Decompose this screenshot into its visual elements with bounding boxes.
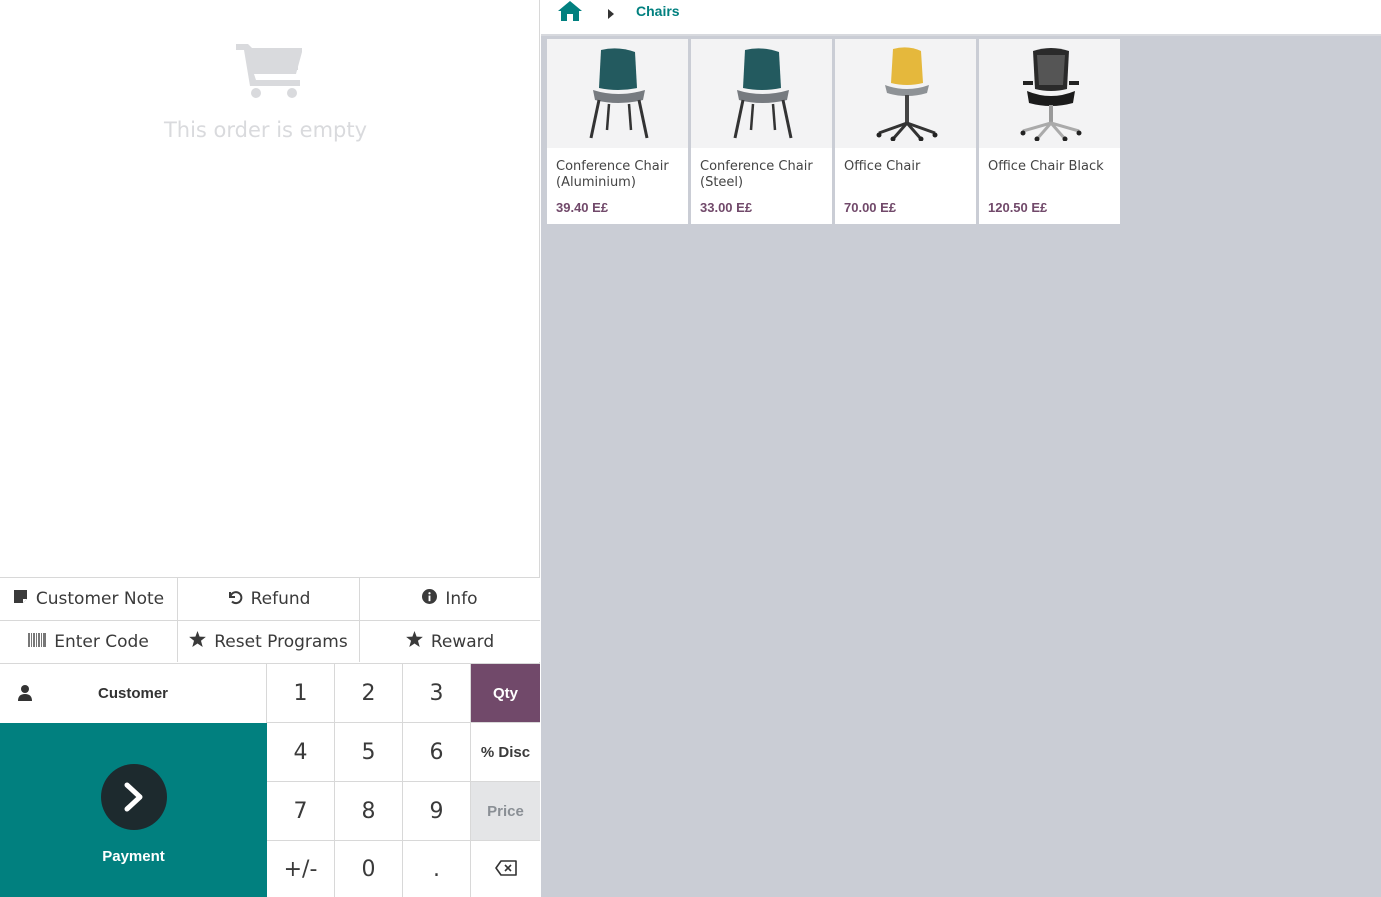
product-card[interactable]: Office Chair 70.00 E£ (835, 39, 976, 224)
numpad-key-7[interactable]: 7 (267, 782, 335, 841)
product-image (835, 39, 976, 148)
product-price: 70.00 E£ (844, 200, 897, 215)
order-area: This order is empty (0, 0, 539, 577)
customer-button[interactable]: Customer (0, 664, 267, 723)
numpad-key-1[interactable]: 1 (267, 664, 335, 723)
product-name: Office Chair Black (988, 159, 1104, 174)
product-price: 120.50 E£ (988, 200, 1048, 215)
customer-label: Customer (97, 685, 168, 702)
discount-mode-button[interactable]: % Disc (471, 723, 540, 782)
user-icon (18, 685, 32, 706)
breadcrumb-category[interactable]: Chairs (636, 3, 680, 19)
barcode-icon (28, 632, 47, 652)
refund-button[interactable]: Refund (178, 578, 360, 620)
action-pad: Customer Payment 1 2 3 Qty 4 5 6 % Disc … (0, 663, 540, 897)
product-screen: Chairs Conference Chair (Aluminium) 39.4… (541, 0, 1381, 897)
note-icon (13, 589, 28, 609)
numpad-key-4[interactable]: 4 (267, 723, 335, 782)
customer-note-button[interactable]: Customer Note (0, 578, 178, 620)
product-name: Office Chair (844, 159, 921, 174)
product-image (691, 39, 832, 148)
chevron-right-icon (100, 764, 167, 830)
star-icon (405, 631, 423, 652)
star-icon (189, 631, 207, 652)
numpad-key-8[interactable]: 8 (335, 782, 403, 841)
numpad-key-3[interactable]: 3 (403, 664, 471, 723)
payment-button[interactable]: Payment (0, 723, 267, 897)
info-button[interactable]: Info (360, 578, 540, 620)
numpad-key-6[interactable]: 6 (403, 723, 471, 782)
price-mode-button[interactable]: Price (471, 782, 540, 841)
product-card[interactable]: Office Chair Black 120.50 E£ (979, 39, 1120, 224)
product-card[interactable]: Conference Chair (Steel) 33.00 E£ (691, 39, 832, 224)
undo-icon (227, 589, 243, 610)
product-name: Conference Chair (Aluminium) (556, 159, 669, 190)
reset-programs-label: Reset Programs (214, 631, 348, 652)
numpad-key-2[interactable]: 2 (335, 664, 403, 723)
home-icon[interactable] (557, 0, 583, 27)
numpad: 1 2 3 Qty 4 5 6 % Disc 7 8 9 Price +/- 0… (267, 664, 540, 897)
product-list: Conference Chair (Aluminium) 39.40 E£ Co… (547, 39, 1120, 224)
backspace-icon (494, 859, 517, 880)
reward-button[interactable]: Reward (360, 621, 540, 662)
reset-programs-button[interactable]: Reset Programs (178, 621, 360, 662)
numpad-key-sign[interactable]: +/- (267, 841, 335, 897)
payment-label: Payment (102, 848, 165, 865)
numpad-key-9[interactable]: 9 (403, 782, 471, 841)
info-label: Info (445, 589, 478, 609)
info-icon (422, 589, 438, 609)
empty-order: This order is empty (0, 40, 539, 142)
product-card[interactable]: Conference Chair (Aluminium) 39.40 E£ (547, 39, 688, 224)
reward-label: Reward (430, 631, 495, 652)
product-price: 33.00 E£ (700, 200, 753, 215)
caret-right-icon (608, 6, 614, 24)
product-image (547, 39, 688, 148)
customer-note-label: Customer Note (35, 589, 165, 609)
product-image (979, 39, 1120, 148)
product-price: 39.40 E£ (556, 200, 609, 215)
breadcrumb: Chairs (541, 0, 1381, 36)
empty-order-text: This order is empty (163, 118, 368, 142)
refund-label: Refund (250, 589, 311, 609)
cart-icon (0, 40, 539, 100)
numpad-key-5[interactable]: 5 (335, 723, 403, 782)
numpad-key-0[interactable]: 0 (335, 841, 403, 897)
product-name: Conference Chair (Steel) (700, 159, 813, 190)
backspace-button[interactable] (471, 841, 540, 897)
enter-code-button[interactable]: Enter Code (0, 621, 178, 662)
order-panel: This order is empty Customer Note Refund (0, 0, 540, 897)
qty-mode-button[interactable]: Qty (471, 664, 540, 723)
control-buttons: Customer Note Refund Info Enter Code Res… (0, 577, 540, 662)
enter-code-label: Enter Code (54, 631, 149, 652)
numpad-key-dot[interactable]: . (403, 841, 471, 897)
